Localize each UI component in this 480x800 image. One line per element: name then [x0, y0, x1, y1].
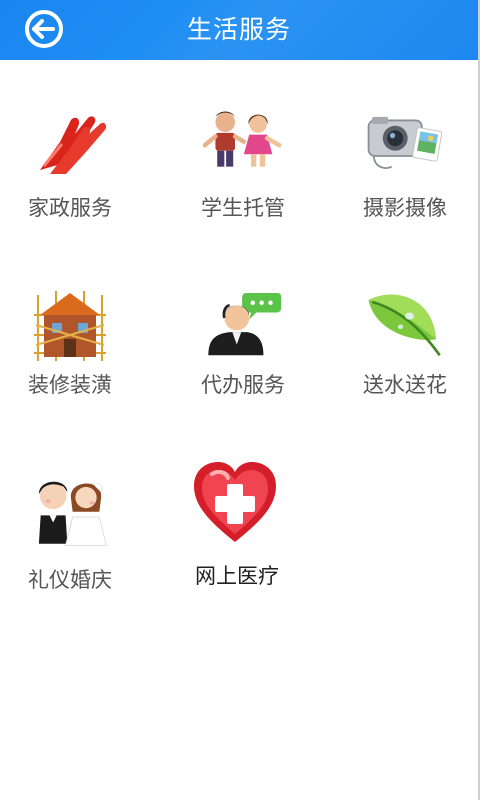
medical-heart-icon [194, 462, 276, 542]
camera-icon [367, 116, 443, 169]
service-label: 送水送花 [363, 373, 447, 397]
service-tile-wedding[interactable]: 礼仪婚庆 [0, 470, 145, 620]
children-icon [203, 111, 282, 167]
service-tile-housekeeping[interactable]: 家政服务 [0, 100, 145, 250]
house-construction-icon [34, 291, 106, 361]
service-label: 装修装潢 [28, 373, 112, 397]
service-label: 网上医疗 [195, 564, 279, 588]
service-label: 代办服务 [201, 373, 285, 397]
leaf-icon [368, 294, 441, 356]
service-tile-student-care[interactable]: 学生托管 [168, 100, 318, 250]
header-bar: 生活服务 [0, 0, 478, 60]
service-label: 学生托管 [201, 196, 285, 220]
wedding-couple-icon [38, 481, 108, 546]
service-label: 家政服务 [28, 196, 112, 220]
service-tile-renovation[interactable]: 装修装潢 [0, 285, 145, 435]
agent-chat-icon [208, 293, 282, 356]
service-tile-agency[interactable]: 代办服务 [168, 285, 318, 435]
rubber-gloves-icon [40, 116, 107, 174]
service-tile-water-flowers[interactable]: 送水送花 [330, 285, 480, 435]
service-label: 摄影摄像 [363, 196, 447, 220]
service-tile-photography[interactable]: 摄影摄像 [330, 100, 480, 250]
service-label: 礼仪婚庆 [28, 568, 112, 592]
service-tile-online-medical[interactable]: 网上医疗 [162, 458, 312, 608]
page-title: 生活服务 [186, 15, 291, 44]
